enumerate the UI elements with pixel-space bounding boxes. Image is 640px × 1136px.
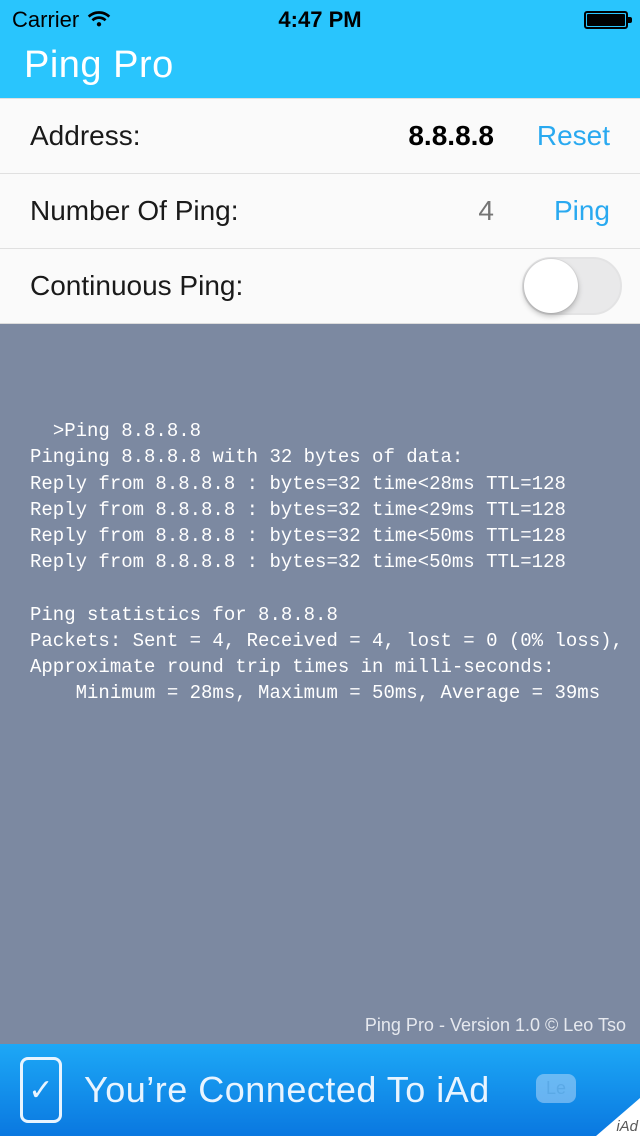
- ping-count-label: Number Of Ping:: [30, 195, 239, 227]
- wifi-icon: [87, 7, 111, 33]
- ping-output-console: >Ping 8.8.8.8 Pinging 8.8.8.8 with 32 by…: [0, 323, 640, 1044]
- row-ping-count: Number Of Ping: Ping: [0, 173, 640, 248]
- check-icon: ✓: [28, 1073, 53, 1108]
- ping-button[interactable]: Ping: [524, 195, 610, 227]
- reset-button[interactable]: Reset: [524, 120, 610, 152]
- carrier-label: Carrier: [12, 7, 79, 33]
- iad-text: You’re Connected To iAd: [84, 1069, 490, 1111]
- iad-banner[interactable]: ✓ You’re Connected To iAd Le iAd: [0, 1044, 640, 1136]
- address-label: Address:: [30, 120, 141, 152]
- switch-knob: [524, 259, 578, 313]
- status-bar: Carrier 4:47 PM: [0, 0, 640, 40]
- row-address: Address: Reset: [0, 98, 640, 173]
- address-input[interactable]: [314, 120, 494, 152]
- phone-check-icon: ✓: [20, 1057, 62, 1123]
- version-footer: Ping Pro - Version 1.0 © Leo Tso: [365, 1013, 626, 1038]
- battery-icon: [584, 11, 628, 29]
- continuous-switch[interactable]: [522, 257, 622, 315]
- ping-count-input[interactable]: [314, 195, 494, 227]
- iad-learn-button[interactable]: Le: [536, 1074, 576, 1103]
- page-title: Ping Pro: [24, 44, 174, 87]
- row-continuous: Continuous Ping:: [0, 248, 640, 323]
- iad-corner-label: iAd: [616, 1118, 638, 1135]
- nav-bar: Ping Pro: [0, 40, 640, 98]
- console-text: >Ping 8.8.8.8 Pinging 8.8.8.8 with 32 by…: [30, 420, 623, 704]
- continuous-label: Continuous Ping:: [30, 270, 243, 302]
